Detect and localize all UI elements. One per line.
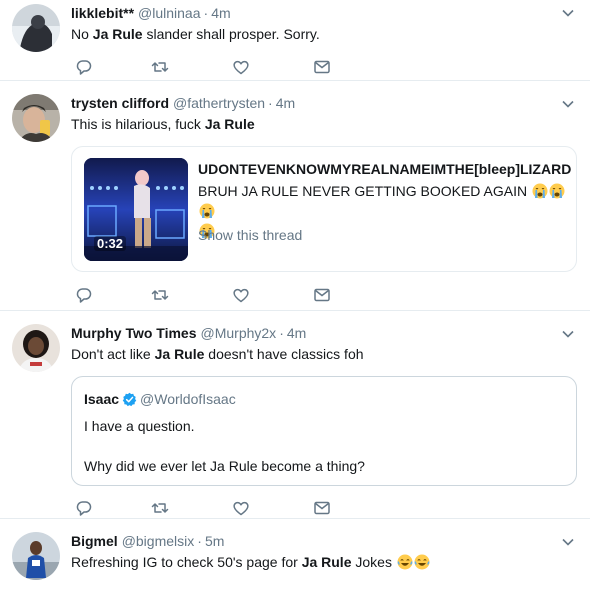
tweet[interactable]: Murphy Two Times @Murphy2x · 4m Don't ac… xyxy=(0,311,590,519)
display-name[interactable]: Bigmel xyxy=(71,532,118,550)
retweet-icon[interactable] xyxy=(151,499,169,517)
separator-dot: · xyxy=(268,95,273,111)
avatar[interactable] xyxy=(12,94,60,142)
card-text-content: BRUH JA RULE NEVER GETTING BOOKED AGAIN xyxy=(198,183,528,199)
quoted-display-name: Isaac xyxy=(84,391,120,407)
separator-dot: · xyxy=(279,325,284,341)
timestamp[interactable]: 5m xyxy=(205,532,224,550)
loudly-crying-face-emoji xyxy=(532,183,548,199)
tweet-header: likklebit** @lulninaa · 4m xyxy=(71,4,576,22)
reply-icon[interactable] xyxy=(75,499,93,517)
user-handle[interactable]: @lulninaa xyxy=(138,4,200,22)
timestamp[interactable]: 4m xyxy=(211,4,230,22)
tweet-header: Murphy Two Times @Murphy2x · 4m xyxy=(71,324,576,342)
face-with-tears-of-joy-emoji xyxy=(397,554,413,570)
avatar[interactable] xyxy=(12,4,60,52)
tweet-text-pre: No xyxy=(71,26,93,42)
tweet-header: Bigmel @bigmelsix · 5m xyxy=(71,532,576,550)
tweet-text: This is hilarious, fuck Ja Rule xyxy=(71,114,576,134)
timestamp[interactable]: 4m xyxy=(276,94,295,112)
card-username: UDONTEVENKNOWMYREALNAMEIMTHE[bleep]LIZAR… xyxy=(198,161,572,177)
video-thumbnail[interactable]: 0:32 xyxy=(84,158,188,261)
tweet-text-bold: Ja Rule xyxy=(92,26,143,42)
quoted-text-line: I have a question. xyxy=(84,418,195,434)
envelope-icon[interactable] xyxy=(313,58,331,76)
avatar[interactable] xyxy=(12,324,60,372)
thread-card[interactable]: 0:32 UDONTEVENKNOWMYREALNAMEIMTHE[bleep]… xyxy=(71,146,577,272)
tweet-text-pre: Refreshing IG to check 50's page for xyxy=(71,554,302,570)
timeline: likklebit** @lulninaa · 4m No Ja Rule sl… xyxy=(0,0,590,609)
tweet-text-bold: Ja Rule xyxy=(301,554,352,570)
chevron-down-icon[interactable] xyxy=(562,538,574,546)
display-name[interactable]: Murphy Two Times xyxy=(71,324,197,342)
loudly-crying-face-emoji xyxy=(199,203,215,219)
chevron-down-icon[interactable] xyxy=(562,330,574,338)
separator-dot: · xyxy=(203,5,209,21)
tweet-text-pre: This is hilarious, fuck xyxy=(71,116,205,132)
reply-icon[interactable] xyxy=(75,58,93,76)
tweet[interactable]: trysten clifford @fathertrysten · 4m Thi… xyxy=(0,81,590,311)
tweet-text-post: slander shall prosper. Sorry. xyxy=(142,26,320,42)
display-name[interactable]: trysten clifford xyxy=(71,94,169,112)
quoted-tweet-header: Isaac @WorldofIsaac xyxy=(84,390,564,408)
avatar[interactable] xyxy=(12,532,60,580)
tweet[interactable]: Bigmel @bigmelsix · 5m Refreshing IG to … xyxy=(0,519,590,609)
tweet-text-pre: Don't act like xyxy=(71,346,155,362)
tweet-text-post: doesn't have classics foh xyxy=(204,346,364,362)
tweet-header: trysten clifford @fathertrysten · 4m xyxy=(71,94,576,112)
timestamp[interactable]: 4m xyxy=(287,324,306,342)
chevron-down-icon[interactable] xyxy=(562,9,574,17)
tweet-text: Don't act like Ja Rule doesn't have clas… xyxy=(71,344,576,364)
heart-icon[interactable] xyxy=(232,58,250,76)
display-name[interactable]: likklebit** xyxy=(71,4,134,22)
tweet-text: Refreshing IG to check 50's page for Ja … xyxy=(71,552,576,572)
video-duration: 0:32 xyxy=(94,236,127,251)
tweet-text: No Ja Rule slander shall prosper. Sorry. xyxy=(71,24,576,44)
loudly-crying-face-emoji xyxy=(549,183,565,199)
show-thread-link[interactable]: Show this thread xyxy=(198,227,302,243)
tweet-text-bold: Ja Rule xyxy=(154,346,205,362)
separator-dot: · xyxy=(197,533,202,549)
user-handle[interactable]: @Murphy2x xyxy=(201,324,277,342)
tweet[interactable]: likklebit** @lulninaa · 4m No Ja Rule sl… xyxy=(0,0,590,81)
tweet-actions xyxy=(71,286,576,306)
retweet-icon[interactable] xyxy=(151,286,169,304)
tweet-text-bold: Ja Rule xyxy=(204,116,255,132)
verified-badge-icon xyxy=(122,392,137,406)
face-with-tears-of-joy-emoji xyxy=(414,554,430,570)
user-handle[interactable]: @fathertrysten xyxy=(173,94,265,112)
heart-icon[interactable] xyxy=(232,499,250,517)
quoted-tweet[interactable]: Isaac @WorldofIsaac I have a question. W… xyxy=(71,376,577,486)
reply-icon[interactable] xyxy=(75,286,93,304)
heart-icon[interactable] xyxy=(232,286,250,304)
quoted-user-handle: @WorldofIsaac xyxy=(140,391,236,407)
retweet-icon[interactable] xyxy=(151,58,169,76)
envelope-icon[interactable] xyxy=(313,286,331,304)
envelope-icon[interactable] xyxy=(313,499,331,517)
quoted-tweet-text: I have a question. Why did we ever let J… xyxy=(84,416,564,476)
user-handle[interactable]: @bigmelsix xyxy=(122,532,195,550)
chevron-down-icon[interactable] xyxy=(562,100,574,108)
tweet-text-post: Jokes xyxy=(351,554,392,570)
quoted-text-line: Why did we ever let Ja Rule become a thi… xyxy=(84,458,365,474)
tweet-actions xyxy=(71,58,576,78)
tweet-actions xyxy=(71,499,576,519)
